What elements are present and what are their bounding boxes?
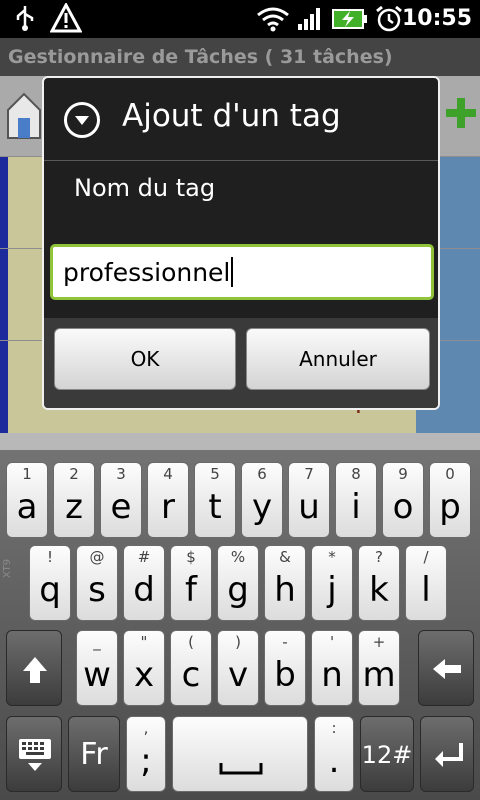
cancel-button[interactable]: Annuler xyxy=(246,328,430,390)
key-r[interactable]: 4r xyxy=(147,462,189,538)
key-b[interactable]: -b xyxy=(264,630,306,706)
alarm-icon xyxy=(376,5,402,32)
key-h[interactable]: & h xyxy=(264,545,306,621)
key-y[interactable]: 6y xyxy=(241,462,283,538)
tag-name-input[interactable]: professionnel xyxy=(50,244,434,300)
key-x[interactable]: " x xyxy=(123,630,165,706)
ok-button[interactable]: OK xyxy=(54,328,236,390)
backspace-key[interactable] xyxy=(418,630,474,706)
key-v[interactable]: ) v xyxy=(217,630,259,706)
key-i[interactable]: 8i xyxy=(335,462,377,538)
text-caret xyxy=(231,257,234,287)
tag-name-value: professionnel xyxy=(63,258,231,287)
key-t[interactable]: 5t xyxy=(194,462,236,538)
key-k[interactable]: ? k xyxy=(358,545,400,621)
key-u[interactable]: 7u xyxy=(288,462,330,538)
battery-charging-icon xyxy=(332,9,367,29)
keyboard-hide-key[interactable] xyxy=(6,716,62,792)
symbols-key[interactable]: 12# xyxy=(360,716,414,792)
key-o[interactable]: 9o xyxy=(382,462,424,538)
tag-name-label: Nom du tag xyxy=(74,174,216,202)
key-d[interactable]: # d xyxy=(123,545,165,621)
key-n[interactable]: ' n xyxy=(311,630,353,706)
enter-arrow-icon xyxy=(435,743,463,767)
warning-icon xyxy=(50,3,82,33)
key-g[interactable]: % g xyxy=(217,545,259,621)
keyboard-hide-icon xyxy=(19,739,51,771)
key-j[interactable]: * j xyxy=(311,545,353,621)
space-bar-icon xyxy=(219,763,263,775)
clock-time: 10:55 xyxy=(401,6,472,31)
add-icon xyxy=(446,98,476,128)
key-a[interactable]: 1a xyxy=(6,462,48,538)
dialog-title: Ajout d'un tag xyxy=(122,98,341,134)
home-icon xyxy=(7,92,41,139)
key-f[interactable]: $ f xyxy=(170,545,212,621)
key-q[interactable]: ! q xyxy=(29,545,71,621)
status-bar: 10:55 xyxy=(0,0,480,38)
backspace-arrow-icon xyxy=(433,659,461,679)
shift-arrow-icon xyxy=(23,657,47,683)
dropdown-circle-icon xyxy=(64,102,100,138)
key-s[interactable]: @ s xyxy=(76,545,118,621)
key-period[interactable]: :. xyxy=(314,716,354,792)
wifi-icon xyxy=(257,7,289,32)
signal-icon xyxy=(298,8,320,30)
key-z[interactable]: 2z xyxy=(53,462,95,538)
xt9-label: XT9 xyxy=(2,558,13,578)
language-key[interactable]: Fr xyxy=(68,716,120,792)
usb-icon xyxy=(16,6,34,31)
enter-key[interactable] xyxy=(420,716,474,792)
key-c[interactable]: (c xyxy=(170,630,212,706)
space-key[interactable] xyxy=(172,716,308,792)
key-w[interactable]: _ w xyxy=(76,630,118,706)
dialog-header: Ajout d'un tag xyxy=(44,78,438,161)
app-title: Gestionnaire de Tâches ( 31 tâches) xyxy=(0,38,480,76)
key-e[interactable]: 3e xyxy=(100,462,142,538)
soft-keyboard: XT9 1a 2z 3e 4r 5t 6y 7u 8i 9o 0p ! q @ s … xyxy=(0,450,480,800)
dialog-button-bar: OK Annuler xyxy=(44,318,438,408)
key-semicolon[interactable]: ,; xyxy=(126,716,166,792)
key-m[interactable]: + m xyxy=(358,630,400,706)
shift-key[interactable] xyxy=(6,630,62,706)
add-tag-dialog: Ajout d'un tag Nom du tag professionnel … xyxy=(42,76,440,410)
key-p[interactable]: 0p xyxy=(429,462,471,538)
key-l[interactable]: / l xyxy=(405,545,447,621)
